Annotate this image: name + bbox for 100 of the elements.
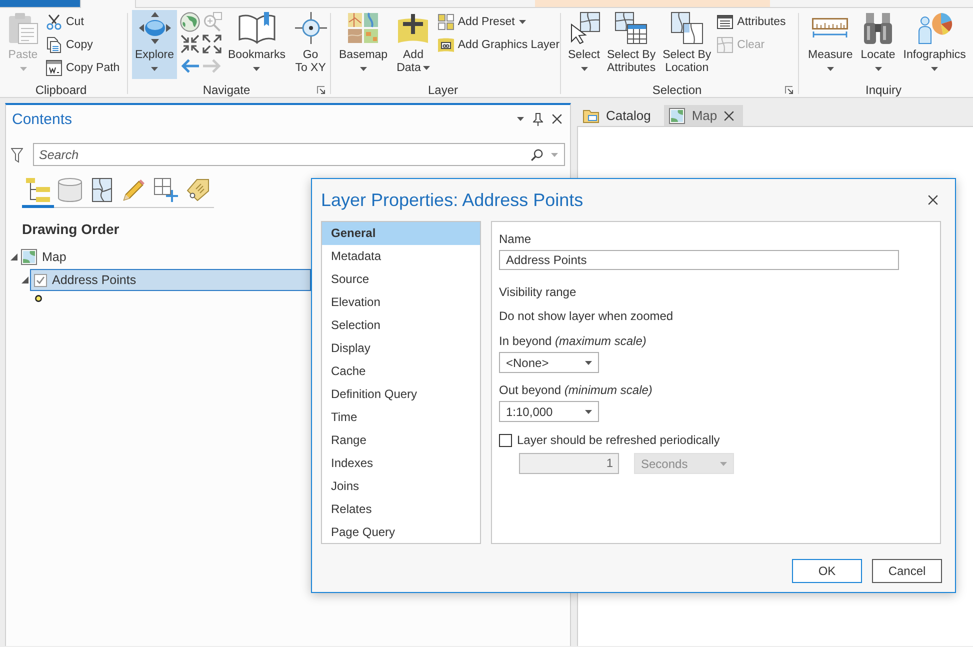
dialog-launcher-icon[interactable] <box>785 86 793 94</box>
view-tab[interactable]: Catalog <box>578 105 660 126</box>
dialog-launcher-icon[interactable] <box>317 86 325 94</box>
basemap-button[interactable]: Basemap <box>336 10 391 79</box>
name-field[interactable]: Address Points <box>499 250 899 270</box>
map-sheet-icon <box>92 178 112 202</box>
pane-title: Contents <box>12 110 72 128</box>
filter-icon[interactable] <box>11 146 23 162</box>
group-label: Selection <box>652 83 702 97</box>
pencil-icon <box>123 178 145 200</box>
folder-icon <box>583 108 599 123</box>
page-list-item[interactable]: Page Query <box>322 521 480 544</box>
page-list-item[interactable]: Display <box>322 337 480 360</box>
tag-icon <box>187 178 209 200</box>
point-symbol-icon <box>35 295 42 302</box>
page-list-item[interactable]: Cache <box>322 360 480 383</box>
close-icon[interactable] <box>928 195 938 205</box>
field-label: In beyond (maximum scale) <box>499 334 646 349</box>
scissors-icon <box>46 14 62 30</box>
caret-icon <box>874 67 882 71</box>
page-list-item[interactable]: General <box>322 222 480 245</box>
measure-button[interactable]: Measure <box>805 10 856 79</box>
locate-button[interactable]: Locate <box>858 10 898 79</box>
expander-icon[interactable] <box>21 276 29 284</box>
checkbox[interactable] <box>34 274 47 286</box>
page-list-item[interactable]: Selection <box>322 314 480 337</box>
squares-grid-icon <box>438 14 454 30</box>
caret-icon <box>360 67 367 71</box>
add-graphics-layer-button[interactable]: Add Graphics Layer <box>436 34 562 56</box>
pin-icon[interactable] <box>533 112 543 126</box>
select-by-location-button[interactable]: Select By Location <box>660 10 714 79</box>
copy-button[interactable]: Copy <box>44 34 122 56</box>
caret-icon <box>826 67 834 71</box>
infographics-button[interactable]: Infographics <box>900 10 969 79</box>
caret-icon <box>720 462 727 466</box>
add-data-button[interactable]: Add Data <box>394 10 433 79</box>
scale-dropdown[interactable]: 1:10,000 <box>499 401 599 422</box>
go-to-xy-button[interactable]: Go To XY <box>292 10 330 79</box>
caret-icon <box>422 66 430 70</box>
arrows-outward-icon[interactable] <box>202 34 222 54</box>
plus-tile-icon <box>397 12 430 44</box>
field-label: Name <box>499 232 532 247</box>
search-field[interactable]: Search <box>33 143 565 166</box>
page-list-item[interactable]: Elevation <box>322 291 480 314</box>
table-icon <box>717 14 734 30</box>
page-list-item[interactable]: Range <box>322 429 480 452</box>
cancel-button[interactable]: Cancel <box>872 559 942 583</box>
close-icon[interactable] <box>724 110 734 120</box>
caret-icon <box>551 152 558 156</box>
grid-plus-icon <box>154 178 178 202</box>
caret-icon <box>518 20 526 24</box>
cylinder-icon <box>58 178 82 202</box>
section-heading: Drawing Order <box>22 221 120 238</box>
interval-field[interactable]: 1 <box>519 453 619 474</box>
page-list-item[interactable]: Joins <box>322 475 480 498</box>
scale-dropdown[interactable]: <None> <box>499 352 599 373</box>
book-icon <box>238 12 276 44</box>
tree-item[interactable]: Map <box>21 247 66 267</box>
page-list-item[interactable]: Indexes <box>322 452 480 475</box>
crosshair-icon <box>294 12 327 44</box>
add-preset-button[interactable]: Add Preset <box>436 11 562 33</box>
graphics-tile-icon <box>438 37 454 53</box>
expander-icon[interactable] <box>10 253 18 261</box>
caret-icon[interactable] <box>517 117 524 121</box>
checkbox-label[interactable]: Layer should be refreshed periodically <box>517 433 720 448</box>
back-arrow-icon[interactable] <box>180 58 200 74</box>
tree-item[interactable]: Address Points <box>30 269 311 291</box>
ruler-icon <box>812 18 848 38</box>
caret-icon <box>580 67 588 71</box>
clipboard-icon <box>8 12 38 44</box>
group-label: Layer <box>428 83 458 97</box>
page-list-item[interactable]: Source <box>322 268 480 291</box>
page-list-item[interactable]: Relates <box>322 498 480 521</box>
select-by-attributes-button[interactable]: Select By Attributes <box>604 10 659 79</box>
page-list-item[interactable]: Time <box>322 406 480 429</box>
map-icon <box>668 108 685 124</box>
caret-icon <box>20 67 26 71</box>
section-label: Visibility range <box>499 285 576 300</box>
caret-icon <box>585 410 592 414</box>
cut-button[interactable]: Cut <box>44 11 122 33</box>
attributes-button[interactable]: Attributes <box>715 11 788 33</box>
ok-button[interactable]: OK <box>792 559 862 583</box>
close-icon[interactable] <box>552 114 562 124</box>
globe-icon[interactable] <box>180 12 200 32</box>
caret-icon <box>585 360 592 364</box>
arrows-inward-icon[interactable] <box>180 34 200 54</box>
copy-icon <box>46 37 62 53</box>
view-tab[interactable]: Map <box>664 105 744 126</box>
page-list-item[interactable]: Metadata <box>322 245 480 268</box>
checkbox[interactable] <box>499 434 512 447</box>
page-list-item[interactable]: Definition Query <box>322 383 480 406</box>
search-icon <box>531 148 543 160</box>
copy-path-button[interactable]: Copy Path <box>44 57 122 79</box>
layer-list-icon <box>26 178 50 202</box>
map-table-icon <box>615 12 648 44</box>
select-button[interactable]: Select <box>565 10 603 79</box>
person-pie-chart-icon <box>916 12 953 44</box>
note-text: Do not show layer when zoomed <box>499 309 674 324</box>
bookmarks-button[interactable]: Bookmarks <box>225 10 289 79</box>
explore-button[interactable]: Explore <box>132 10 177 79</box>
